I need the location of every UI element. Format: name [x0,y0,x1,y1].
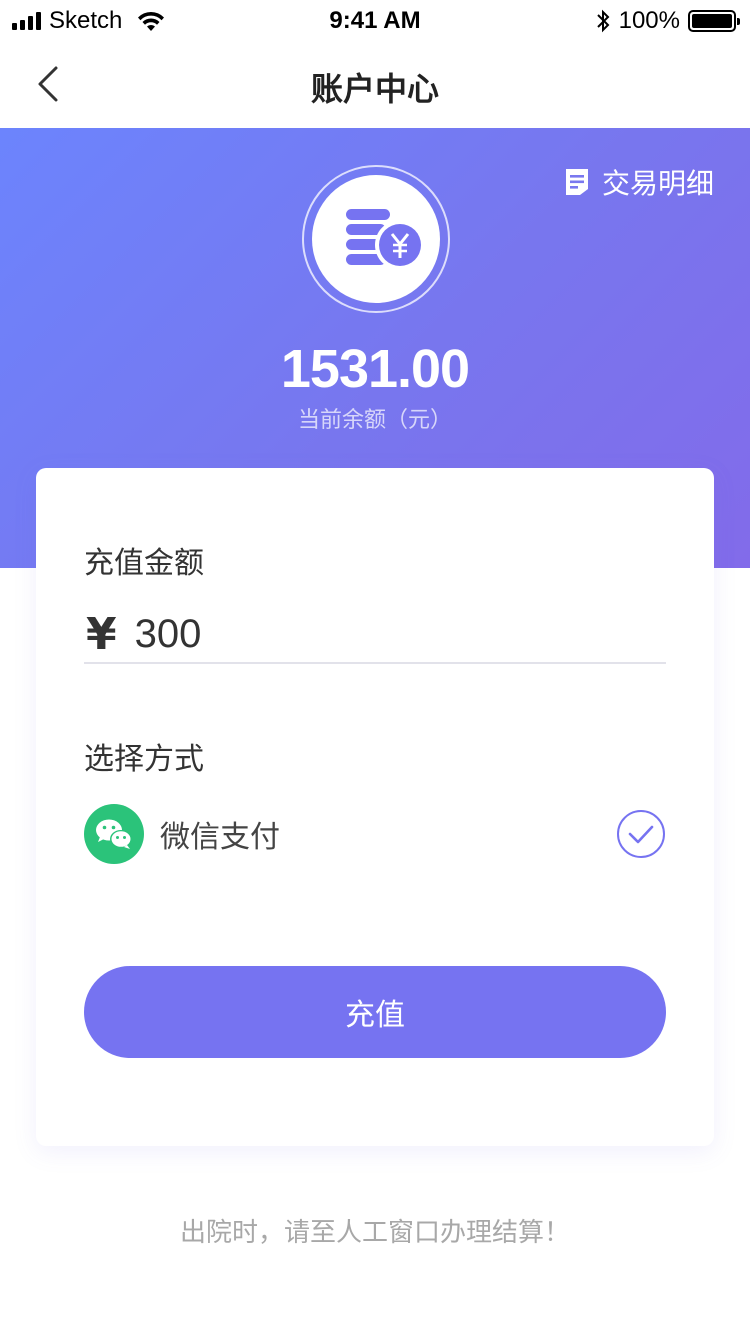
currency-symbol: ¥ [86,608,117,660]
amount-input[interactable] [134,611,615,657]
recharge-card: 充值金额 ¥ 选择方式 微信支付 充值 [36,468,714,1146]
check-circle-icon[interactable] [616,809,666,859]
page-title: 账户中心 [310,70,439,108]
recharge-button[interactable]: 充值 [84,966,666,1058]
coins-icon [346,209,425,270]
wechat-icon [84,804,144,864]
balance-avatar [312,175,440,303]
transaction-details-link[interactable]: 交易明细 [564,162,714,202]
amount-field: ¥ [84,606,666,664]
balance-amount: 1531.00 [280,339,470,399]
bluetooth-icon [596,9,610,33]
status-bar-right: 100% [595,7,740,35]
navigation-bar: 账户中心 [0,40,750,128]
payment-method-label: 微信支付 [160,820,280,855]
battery-percentage: 100% [618,7,680,34]
discharge-notice: 出院时，请至人工窗口办理结算！ [179,1218,570,1248]
payment-option-wechat[interactable]: 微信支付 [84,804,666,864]
balance-label: 当前余额（元） [297,408,452,433]
transaction-details-label: 交易明细 [601,167,714,200]
method-section-title: 选择方式 [84,742,204,777]
amount-section-title: 充值金额 [84,546,204,581]
battery-icon [688,10,740,32]
status-bar: Sketch 9:41 AM 100% [0,0,750,40]
document-icon [565,169,588,195]
balance-avatar-ring [302,165,450,313]
